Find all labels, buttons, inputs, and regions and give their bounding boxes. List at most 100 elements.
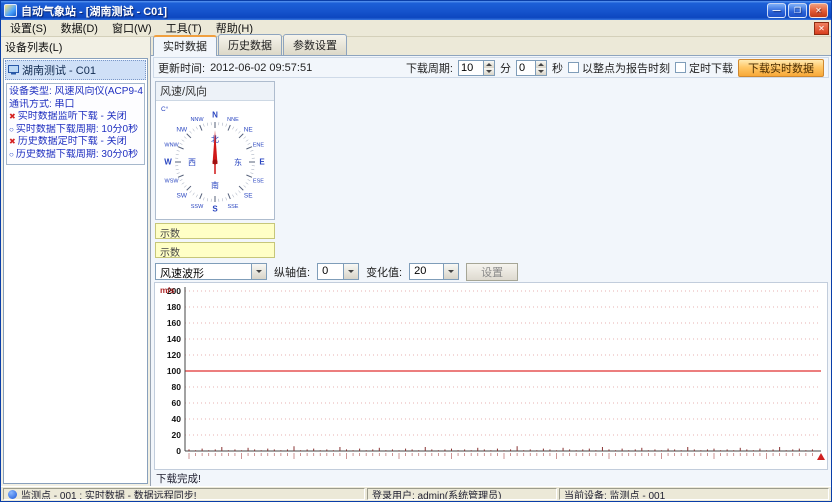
seconds-up-icon[interactable] — [536, 61, 546, 68]
svg-text:120: 120 — [167, 350, 181, 360]
app-window: 自动气象站 - [湖南测试 - C01] — ❐ ✕ 设置(S)数据(D)窗口(… — [0, 0, 832, 502]
series-select[interactable]: 风速波形 — [155, 263, 267, 280]
svg-text:NNW: NNW — [190, 117, 204, 123]
period-clock-icon: ○ — [9, 149, 14, 161]
svg-text:SW: SW — [177, 193, 188, 200]
seconds-down-icon[interactable] — [536, 68, 546, 75]
period-seconds-stepper[interactable] — [516, 60, 547, 76]
status-device: 当前设备: 监测点 - 001 — [559, 488, 829, 500]
svg-text:SE: SE — [244, 193, 253, 200]
chart-svg: 020406080100120140160180200m/s — [155, 283, 827, 469]
svg-text:S: S — [212, 205, 218, 214]
svg-text:0: 0 — [176, 446, 181, 456]
svg-text:NE: NE — [244, 126, 254, 133]
svg-text:SSE: SSE — [227, 204, 238, 210]
close-button[interactable]: ✕ — [809, 3, 828, 18]
svg-text:ENE: ENE — [253, 143, 265, 149]
svg-text:西: 西 — [188, 158, 196, 167]
svg-text:SSW: SSW — [191, 204, 204, 210]
svg-text:WNW: WNW — [164, 143, 179, 149]
period-minutes-input[interactable] — [459, 61, 483, 75]
chevron-down-icon[interactable] — [443, 264, 458, 279]
tab-1[interactable]: 历史数据 — [218, 34, 282, 55]
tab-bar: 实时数据历史数据参数设置 — [151, 37, 831, 56]
svg-text:WSW: WSW — [165, 178, 180, 184]
period-seconds-input[interactable] — [517, 61, 535, 75]
tree-item-label: 湖南测试 - C01 — [22, 62, 96, 78]
y-start-value: 0 — [318, 264, 343, 279]
chevron-down-icon[interactable] — [251, 264, 266, 279]
menu-item-1[interactable]: 数据(D) — [54, 19, 105, 37]
svg-text:NNE: NNE — [227, 117, 239, 123]
titlebar: 自动气象站 - [湖南测试 - C01] — ❐ ✕ — [1, 1, 831, 20]
update-time-value: 2012-06-02 09:57:51 — [210, 62, 312, 74]
wind-direction-readout: 示数 — [155, 242, 275, 258]
wind-speed-readout: 示数 — [155, 223, 275, 239]
report-time-checkbox-label: 以整点为报告时刻 — [582, 60, 670, 76]
device-info-line: ✖实时数据监听下载 - 关闭 — [9, 111, 143, 124]
svg-text:160: 160 — [167, 318, 181, 328]
app-icon — [4, 4, 17, 17]
svg-text:南: 南 — [211, 180, 219, 190]
compass-svg: NNNENEENEEESESESSESSSWSWWSWWWNWNWNNW北东南西… — [156, 101, 274, 219]
tab-2[interactable]: 参数设置 — [283, 34, 347, 55]
svg-text:m/s: m/s — [160, 285, 175, 295]
update-time-label: 更新时间: — [158, 60, 205, 76]
maximize-button[interactable]: ❐ — [788, 3, 807, 18]
chart-controls: 风速波形 纵轴值: 0 变化值: 20 设置 — [155, 262, 827, 281]
tree-item-device[interactable]: 湖南测试 - C01 — [5, 60, 146, 80]
y-start-select[interactable]: 0 — [317, 263, 359, 280]
svg-text:100: 100 — [167, 366, 181, 376]
series-select-value: 风速波形 — [156, 264, 251, 279]
period-clock-icon: ○ — [9, 124, 14, 136]
minutes-unit-label: 分 — [500, 60, 511, 76]
period-minutes-stepper[interactable] — [458, 60, 495, 76]
svg-text:60: 60 — [172, 398, 182, 408]
report-time-checkbox[interactable] — [568, 62, 579, 73]
realtime-panel: 更新时间: 2012-06-02 09:57:51 下载周期: 分 — [151, 56, 831, 486]
closed-x-icon: ✖ — [9, 136, 16, 148]
svg-text:E: E — [259, 158, 265, 167]
mdi-close-icon[interactable]: ✕ — [814, 22, 829, 35]
device-tree: 湖南测试 - C01 设备类型: 风速风向仪(ACP9-4)通讯方式: 串口✖实… — [3, 58, 148, 484]
minimize-button[interactable]: — — [767, 3, 786, 18]
status-user: 登录用户: admin(系统管理员) — [367, 488, 557, 500]
minutes-up-icon[interactable] — [484, 61, 494, 68]
timed-download-checkbox[interactable] — [675, 62, 686, 73]
minutes-down-icon[interactable] — [484, 68, 494, 75]
device-info-line: 设备类型: 风速风向仪(ACP9-4) — [9, 86, 143, 99]
svg-text:40: 40 — [172, 414, 182, 424]
menu-item-2[interactable]: 窗口(W) — [105, 19, 159, 37]
closed-x-icon: ✖ — [9, 111, 16, 123]
menubar: 设置(S)数据(D)窗口(W)工具(T)帮助(H) ✕ — [1, 20, 831, 37]
svg-text:C°: C° — [161, 105, 169, 113]
svg-text:80: 80 — [172, 382, 182, 392]
status-message: 监测点 - 001 : 实时数据 - 数据远程同步! — [21, 488, 197, 500]
device-info-line: 通讯方式: 串口 — [9, 99, 143, 112]
menu-item-0[interactable]: 设置(S) — [3, 19, 54, 37]
chevron-down-icon[interactable] — [343, 264, 358, 279]
svg-text:NW: NW — [176, 126, 188, 133]
y-start-label: 纵轴值: — [274, 264, 310, 280]
period-label: 下载周期: — [406, 60, 453, 76]
toolbar: 更新时间: 2012-06-02 09:57:51 下载周期: 分 — [153, 57, 829, 78]
download-status-text: 下载完成! — [154, 471, 203, 485]
window-title: 自动气象站 - [湖南测试 - C01] — [21, 3, 763, 19]
device-info-line: ○实时数据下载周期: 10分0秒 — [9, 124, 143, 137]
device-sidebar: 设备列表(L) 湖南测试 - C01 设备类型: 风速风向仪(ACP9-4)通讯… — [1, 37, 151, 486]
download-realtime-button[interactable]: 下载实时数据 — [738, 59, 824, 77]
svg-text:180: 180 — [167, 302, 181, 312]
timed-download-checkbox-label: 定时下载 — [689, 60, 733, 76]
step-select[interactable]: 20 — [409, 263, 459, 280]
wind-speed-chart: 020406080100120140160180200m/s — [154, 282, 828, 470]
device-info: 设备类型: 风速风向仪(ACP9-4)通讯方式: 串口✖实时数据监听下载 - 关… — [6, 83, 145, 165]
info-icon — [8, 490, 17, 499]
device-info-line: ○历史数据下载周期: 30分0秒 — [9, 149, 143, 162]
apply-settings-button[interactable]: 设置 — [466, 263, 518, 281]
step-label: 变化值: — [366, 264, 402, 280]
svg-text:ESE: ESE — [253, 178, 264, 184]
device-info-line: ✖历史数据定时下载 - 关闭 — [9, 136, 143, 149]
tab-0[interactable]: 实时数据 — [153, 35, 217, 56]
wind-panel-title: 风速/风向 — [156, 82, 274, 101]
step-value: 20 — [410, 264, 443, 279]
